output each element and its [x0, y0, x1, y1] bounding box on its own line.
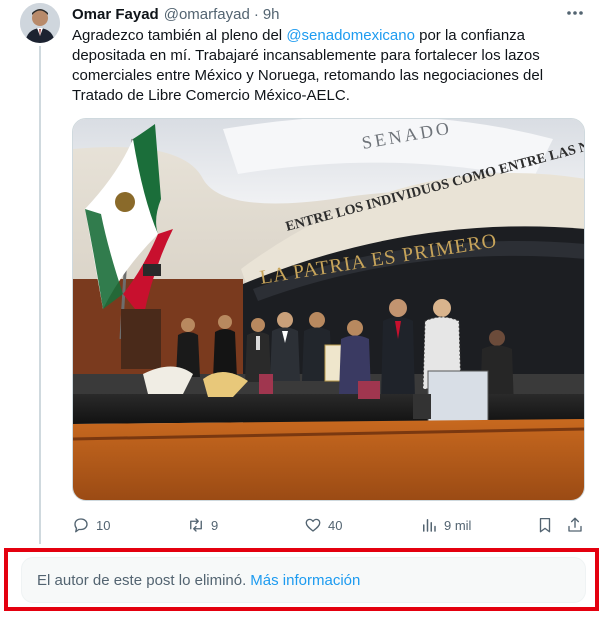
avatar[interactable]: [20, 3, 60, 43]
tweet-header: Omar Fayad @omarfayad · 9h: [72, 4, 583, 24]
bookmark-icon: [539, 517, 551, 533]
tweet-text: Agradezco también al pleno del @senadome…: [72, 26, 572, 106]
bookmark-button[interactable]: [536, 514, 560, 536]
separator-dot: ·: [253, 5, 259, 23]
more-info-link[interactable]: Más información: [250, 572, 360, 589]
deleted-post-notice: El autor de este post lo eliminó. Más in…: [21, 557, 586, 603]
notice-message: El autor de este post lo eliminó.: [37, 571, 247, 589]
repost-count: 9: [211, 517, 219, 533]
views-count: 9 mil: [444, 517, 472, 533]
share-button[interactable]: [566, 514, 590, 536]
action-bar: 10 9 40 9 mil: [72, 514, 587, 536]
views-button[interactable]: 9 mil: [420, 514, 471, 536]
senate-photo-illustration: SENADO ENTRE LOS INDIVIDUOS COMO ENTRE L…: [73, 119, 584, 500]
tweet-text-before: Agradezco también al pleno del: [72, 27, 287, 44]
thread-line: [39, 46, 41, 544]
repost-icon: [190, 518, 202, 532]
reply-icon: [74, 518, 88, 533]
views-icon: [423, 519, 436, 532]
avatar-photo: [20, 3, 60, 43]
more-options-icon[interactable]: [565, 4, 585, 22]
author-name[interactable]: Omar Fayad: [72, 6, 159, 23]
like-button[interactable]: 40: [304, 514, 342, 536]
timestamp[interactable]: 9h: [263, 6, 280, 23]
tweet-photo[interactable]: SENADO ENTRE LOS INDIVIDUOS COMO ENTRE L…: [72, 118, 585, 501]
reply-button[interactable]: 10: [72, 514, 110, 536]
like-count: 40: [328, 517, 343, 533]
author-handle[interactable]: @omarfayad: [164, 6, 250, 23]
share-icon: [568, 517, 582, 532]
heart-icon: [305, 518, 321, 532]
reply-count: 10: [96, 517, 111, 533]
repost-button[interactable]: 9: [187, 514, 218, 536]
mention-link[interactable]: @senadomexicano: [286, 27, 415, 44]
